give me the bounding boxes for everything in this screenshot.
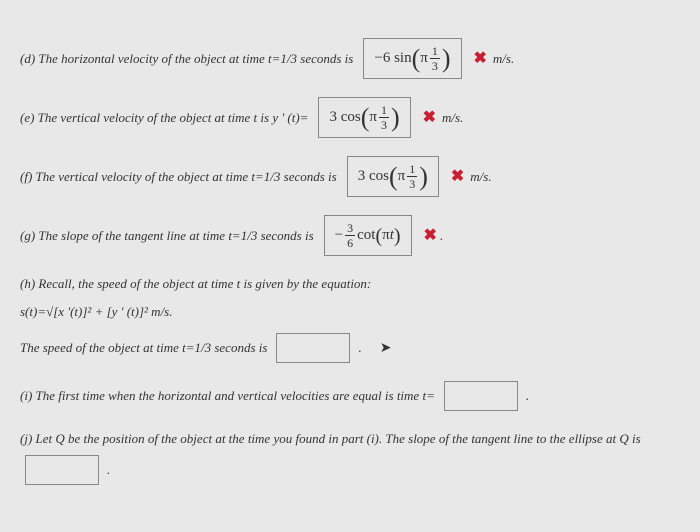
question-h-equation: s(t)=√[x '(t)]² + [y ' (t)]² m/s. — [20, 302, 680, 322]
question-g-prompt: (g) The slope of the tangent line at tim… — [20, 226, 314, 246]
wrong-icon: ✖ — [423, 106, 436, 130]
period: . — [107, 460, 110, 480]
question-d-unit: m/s. — [493, 49, 514, 69]
wrong-icon: ✖ — [451, 165, 464, 189]
question-f-answer-box[interactable]: 3 cos(π 13) — [347, 156, 439, 197]
question-h-recall: (h) Recall, the speed of the object at t… — [20, 274, 676, 294]
question-j: (j) Let Q be the position of the object … — [20, 429, 680, 485]
question-i-prompt: (i) The first time when the horizontal a… — [20, 386, 435, 406]
question-d-prompt: (d) The horizontal velocity of the objec… — [20, 49, 353, 69]
wrong-icon: ✖ — [474, 47, 487, 71]
question-e-prompt: (e) The vertical velocity of the object … — [20, 108, 308, 128]
period: . — [358, 338, 361, 358]
cursor-icon: ➤ — [380, 338, 392, 359]
question-f-prompt: (f) The vertical velocity of the object … — [20, 167, 337, 187]
question-i-answer-box[interactable] — [444, 381, 518, 411]
question-e-unit: m/s. — [442, 108, 463, 128]
question-f: (f) The vertical velocity of the object … — [20, 156, 680, 197]
question-h-answer-box[interactable] — [276, 333, 350, 363]
question-j-answer-box[interactable] — [25, 455, 99, 485]
question-i: (i) The first time when the horizontal a… — [20, 381, 680, 411]
question-j-prompt: (j) Let Q be the position of the object … — [20, 429, 676, 449]
period: . — [440, 226, 443, 246]
question-d: (d) The horizontal velocity of the objec… — [20, 38, 680, 79]
wrong-icon: ✖ — [424, 224, 437, 248]
question-h-prompt: The speed of the object at time t=1/3 se… — [20, 338, 267, 358]
question-d-answer-box[interactable]: −6 sin(π 13) — [363, 38, 461, 79]
question-h: (h) Recall, the speed of the object at t… — [20, 274, 680, 363]
question-e-answer-box[interactable]: 3 cos(π 13) — [318, 97, 410, 138]
question-g-answer-box[interactable]: − 36cot(πt) — [324, 215, 412, 256]
question-g: (g) The slope of the tangent line at tim… — [20, 215, 680, 256]
question-e: (e) The vertical velocity of the object … — [20, 97, 680, 138]
question-f-unit: m/s. — [470, 167, 491, 187]
period: . — [526, 386, 529, 406]
